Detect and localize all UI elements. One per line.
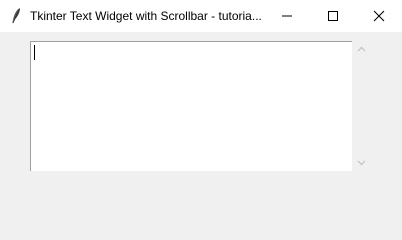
minimize-button[interactable] [264, 0, 310, 32]
feather-icon [9, 7, 25, 25]
title-bar[interactable]: Tkinter Text Widget with Scrollbar - tut… [0, 0, 402, 32]
chevron-down-icon[interactable] [357, 158, 366, 167]
text-cursor [34, 45, 35, 60]
window-title: Tkinter Text Widget with Scrollbar - tut… [30, 9, 262, 23]
maximize-button[interactable] [310, 0, 356, 32]
close-icon [373, 10, 385, 22]
vertical-scrollbar[interactable] [353, 41, 370, 171]
chevron-up-icon[interactable] [357, 45, 366, 54]
window-client-area [0, 32, 402, 232]
maximize-icon [328, 11, 338, 21]
text-widget[interactable] [30, 41, 352, 171]
minimize-icon [282, 15, 292, 17]
close-button[interactable] [356, 0, 402, 32]
